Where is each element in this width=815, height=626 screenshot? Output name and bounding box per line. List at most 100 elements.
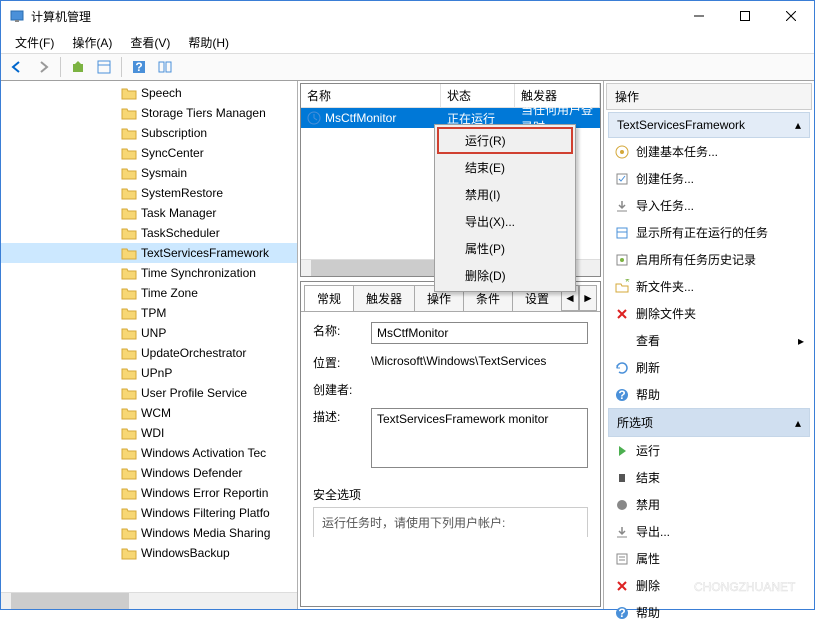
view-button[interactable] xyxy=(92,55,116,79)
action-label: 显示所有正在运行的任务 xyxy=(636,224,768,241)
tree-item-label: Time Synchronization xyxy=(141,266,256,280)
action-item[interactable]: 创建基本任务... xyxy=(608,138,810,165)
forward-button[interactable] xyxy=(31,55,55,79)
tree-item[interactable]: TPM xyxy=(1,303,297,323)
action-item[interactable]: 删除 xyxy=(608,572,810,599)
action-icon xyxy=(614,470,630,486)
tree-item[interactable]: SystemRestore xyxy=(1,183,297,203)
action-label: 属性 xyxy=(636,550,660,567)
action-icon xyxy=(614,333,630,349)
tree-item[interactable]: Windows Error Reportin xyxy=(1,483,297,503)
action-item[interactable]: ?帮助 xyxy=(608,599,810,626)
tree-item-label: SyncCenter xyxy=(141,146,204,160)
folder-tree[interactable]: SpeechStorage Tiers ManagenSubscription S… xyxy=(1,81,297,592)
action-item[interactable]: 导入任务... xyxy=(608,192,810,219)
tree-item[interactable]: TaskScheduler xyxy=(1,223,297,243)
action-item[interactable]: 刷新 xyxy=(608,354,810,381)
tree-item[interactable]: TextServicesFramework xyxy=(1,243,297,263)
actions-header: 操作 xyxy=(606,83,812,110)
tree-item[interactable]: Task Manager xyxy=(1,203,297,223)
ctx-run[interactable]: 运行(R) xyxy=(437,127,573,154)
tree-item[interactable]: Subscription xyxy=(1,123,297,143)
tab-scroll-right[interactable]: ► xyxy=(579,285,597,311)
maximize-button[interactable] xyxy=(722,1,768,31)
tree-item[interactable]: Time Zone xyxy=(1,283,297,303)
tree-item[interactable]: SyncCenter xyxy=(1,143,297,163)
action-item[interactable]: 运行 xyxy=(608,437,810,464)
action-item[interactable]: 查看▸ xyxy=(608,327,810,354)
action-item[interactable]: 创建任务... xyxy=(608,165,810,192)
tree-item[interactable]: WCM xyxy=(1,403,297,423)
ctx-disable[interactable]: 禁用(I) xyxy=(437,181,573,208)
tree-item-label: UpdateOrchestrator xyxy=(141,346,246,360)
tree-item[interactable]: UNP xyxy=(1,323,297,343)
collapse-icon: ▴ xyxy=(795,416,801,430)
label-creator: 创建者: xyxy=(313,381,371,398)
tab-triggers[interactable]: 触发器 xyxy=(353,285,415,311)
folder-icon xyxy=(121,546,137,560)
menu-view[interactable]: 查看(V) xyxy=(122,32,178,53)
action-icon xyxy=(614,252,630,268)
tree-item-label: UNP xyxy=(141,326,166,340)
menu-help[interactable]: 帮助(H) xyxy=(180,32,237,53)
tree-item[interactable]: Time Synchronization xyxy=(1,263,297,283)
ctx-export[interactable]: 导出(X)... xyxy=(437,208,573,235)
tree-item[interactable]: WDI xyxy=(1,423,297,443)
col-status[interactable]: 状态 xyxy=(441,84,515,107)
tree-item[interactable]: Storage Tiers Managen xyxy=(1,103,297,123)
menu-file[interactable]: 文件(F) xyxy=(7,32,62,53)
tree-item-label: Windows Media Sharing xyxy=(141,526,270,540)
minimize-button[interactable] xyxy=(676,1,722,31)
action-icon xyxy=(614,524,630,540)
menu-action[interactable]: 操作(A) xyxy=(64,32,120,53)
section-title-2[interactable]: 所选项 ▴ xyxy=(608,408,810,437)
action-icon xyxy=(614,497,630,513)
tree-item[interactable]: Speech xyxy=(1,83,297,103)
action-label: 刷新 xyxy=(636,359,660,376)
action-item[interactable]: 导出... xyxy=(608,518,810,545)
label-name: 名称: xyxy=(313,322,371,339)
tree-item-label: User Profile Service xyxy=(141,386,247,400)
close-button[interactable] xyxy=(768,1,814,31)
action-item[interactable]: ?帮助 xyxy=(608,381,810,408)
back-button[interactable] xyxy=(5,55,29,79)
tree-item[interactable]: UPnP xyxy=(1,363,297,383)
up-button[interactable] xyxy=(66,55,90,79)
tree-item[interactable]: Sysmain xyxy=(1,163,297,183)
svg-text:?: ? xyxy=(135,60,142,74)
h-scrollbar[interactable] xyxy=(1,592,297,609)
section-title-1[interactable]: TextServicesFramework ▴ xyxy=(608,112,810,138)
folder-icon xyxy=(121,186,137,200)
tree-item[interactable]: Windows Filtering Platfo xyxy=(1,503,297,523)
tree-item[interactable]: User Profile Service xyxy=(1,383,297,403)
action-item[interactable]: 显示所有正在运行的任务 xyxy=(608,219,810,246)
tree-item[interactable]: Windows Media Sharing xyxy=(1,523,297,543)
value-name[interactable]: MsCtfMonitor xyxy=(371,322,588,344)
action-item[interactable]: 删除文件夹 xyxy=(608,300,810,327)
action-item[interactable]: 属性 xyxy=(608,545,810,572)
folder-icon xyxy=(121,246,137,260)
tree-item[interactable]: Windows Activation Tec xyxy=(1,443,297,463)
tree-item-label: WCM xyxy=(141,406,171,420)
action-item[interactable]: *新文件夹... xyxy=(608,273,810,300)
action-item[interactable]: 禁用 xyxy=(608,491,810,518)
action-item[interactable]: 结束 xyxy=(608,464,810,491)
ctx-delete[interactable]: 删除(D) xyxy=(437,262,573,289)
action-item[interactable]: 启用所有任务历史记录 xyxy=(608,246,810,273)
security-hint: 运行任务时，请使用下列用户帐户: xyxy=(313,507,588,537)
col-name[interactable]: 名称 xyxy=(301,84,441,107)
ctx-properties[interactable]: 属性(P) xyxy=(437,235,573,262)
action-label: 导出... xyxy=(636,523,670,540)
tab-general[interactable]: 常规 xyxy=(304,285,354,311)
help-button[interactable]: ? xyxy=(127,55,151,79)
svg-text:*: * xyxy=(625,279,630,289)
tree-item[interactable]: UpdateOrchestrator xyxy=(1,343,297,363)
tree-item[interactable]: WindowsBackup xyxy=(1,543,297,563)
action-icon: ? xyxy=(614,605,630,621)
tree-item[interactable]: Windows Defender xyxy=(1,463,297,483)
value-desc[interactable]: TextServicesFramework monitor xyxy=(371,408,588,468)
task-name: MsCtfMonitor xyxy=(325,111,396,125)
ctx-end[interactable]: 结束(E) xyxy=(437,154,573,181)
folder-icon xyxy=(121,226,137,240)
panes-button[interactable] xyxy=(153,55,177,79)
